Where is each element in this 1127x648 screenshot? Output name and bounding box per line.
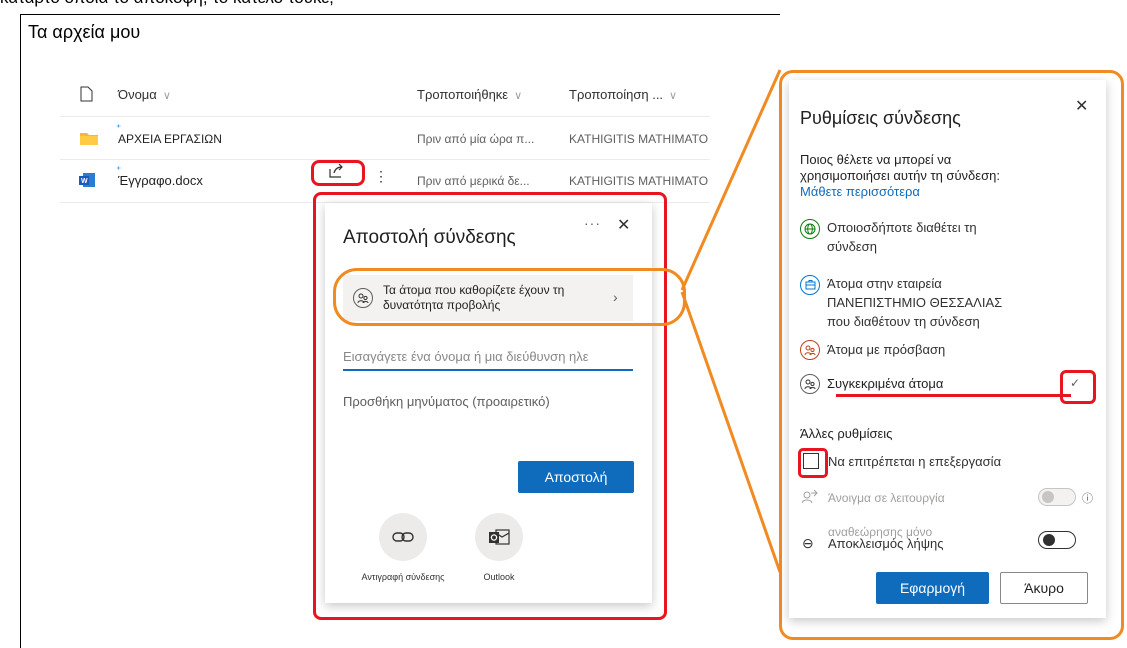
option-people-with-access[interactable]: Άτομα με πρόσβαση <box>800 338 1090 362</box>
recipient-input[interactable]: Εισαγάγετε ένα όνομα ή μια διεύθυνση ηλε <box>343 347 633 371</box>
review-mode-label: Άνοιγμα σε λειτουργία <box>828 491 945 505</box>
file-name-label: Έγγραφο.docx <box>118 173 203 188</box>
file-type-header-icon[interactable] <box>80 86 93 107</box>
recipient-placeholder: Εισαγάγετε ένα όνομα ή μια διεύθυνση ηλε <box>343 349 589 364</box>
review-icon <box>801 489 818 509</box>
chevron-down-icon: ∨ <box>669 90 678 102</box>
other-settings-heading: Άλλες ρυθμίσεις <box>800 426 893 441</box>
panel-title: Ρυθμίσεις σύνδεσης <box>800 108 961 128</box>
copy-link-button[interactable] <box>379 513 427 561</box>
block-download-label: Αποκλεισμός λήψης <box>828 536 944 551</box>
allow-edit-checkbox[interactable] <box>803 453 819 469</box>
learn-more-link[interactable]: Μάθετε περισσότερα <box>800 184 920 199</box>
permission-highlight <box>333 268 686 326</box>
option-company[interactable]: Άτομα στην εταιρεία ΠΑΝΕΠΙΣΤΗΜΙΟ ΘΕΣΣΑΛΙ… <box>800 272 1090 332</box>
people-access-icon <box>800 340 820 360</box>
column-header-modified-by[interactable]: Τροποποίηση ... ∨ <box>569 87 677 102</box>
cropped-caption-text: κατάρτο οποία το απόκοφη, το κατέλο τουκ… <box>0 0 1127 10</box>
question-text: Ποιος θέλετε να μπορεί να χρησιμοποιήσει… <box>800 152 1020 200</box>
dialog-title: Αποστολή σύνδεσης <box>343 227 516 248</box>
review-mode-toggle[interactable] <box>1038 488 1076 506</box>
building-icon <box>800 275 820 295</box>
new-item-icon: ⁺ <box>116 123 122 134</box>
column-header-name-label: Όνομα <box>118 87 157 102</box>
selected-underline <box>836 394 1071 397</box>
info-icon[interactable]: ⓘ <box>1082 490 1093 506</box>
callout-connector <box>680 69 782 573</box>
table-row[interactable]: ⁺ ΑΡΧΕΙΑ ΕΡΓΑΣΙΩΝ Πριν από μία ώρα π... … <box>60 117 710 159</box>
link-icon <box>392 532 414 542</box>
question-label: Ποιος θέλετε να μπορεί να χρησιμοποιήσει… <box>800 152 1000 183</box>
more-options-icon[interactable]: ⋮ <box>374 168 388 185</box>
file-name[interactable]: ⁺ Έγγραφο.docx <box>116 165 203 188</box>
share-button-highlight <box>311 160 365 186</box>
new-item-icon: ⁺ <box>116 165 122 176</box>
globe-icon <box>800 219 820 239</box>
option-label: Οποιοσδήποτε διαθέτει τη σύνδεση <box>827 220 977 254</box>
frame-top-border <box>20 14 780 15</box>
specific-people-icon <box>800 374 820 394</box>
page-title: Τα αρχεία μου <box>28 22 141 42</box>
checkmark-icon: ✓ <box>1070 376 1081 390</box>
option-anyone[interactable]: Οποιοσδήποτε διαθέτει τη σύνδεση <box>800 216 1090 258</box>
cancel-button[interactable]: Άκυρο <box>1000 572 1088 604</box>
block-download-toggle[interactable] <box>1038 531 1076 549</box>
option-label: Άτομα στην εταιρεία ΠΑΝΕΠΙΣΤΗΜΙΟ ΘΕΣΣΑΛΙ… <box>827 276 1003 329</box>
svg-text:W: W <box>81 178 88 185</box>
toggle-knob <box>1043 534 1055 546</box>
word-icon: W <box>79 172 96 193</box>
chevron-down-icon: ∨ <box>162 90 171 102</box>
close-icon[interactable]: ✕ <box>1075 96 1088 116</box>
column-header-name[interactable]: Όνομα ∨ <box>118 87 171 102</box>
modified-cell: Πριν από μερικά δε... <box>417 174 530 188</box>
review-mode-setting: Άνοιγμα σε λειτουργία ⓘ <box>801 488 1093 528</box>
option-label: Συγκεκριμένα άτομα <box>827 376 944 391</box>
share-icon[interactable] <box>328 163 344 183</box>
apply-button[interactable]: Εφαρμογή <box>876 572 989 604</box>
message-input[interactable]: Προσθήκη μηνύματος (προαιρετικό) <box>343 394 550 409</box>
send-link-dialog: Αποστολή σύνδεσης ··· ✕ Τα άτομα που καθ… <box>325 203 686 603</box>
close-icon[interactable]: ✕ <box>617 215 630 235</box>
allow-edit-label: Να επιτρέπεται η επεξεργασία <box>828 454 1002 469</box>
file-name[interactable]: ⁺ ΑΡΧΕΙΑ ΕΡΓΑΣΙΩΝ <box>116 123 222 146</box>
chevron-down-icon: ∨ <box>514 90 523 102</box>
column-header-modified-by-label: Τροποποίηση ... <box>569 87 664 102</box>
frame-left-border <box>20 14 21 648</box>
outlook-button[interactable] <box>475 513 523 561</box>
send-button[interactable]: Αποστολή <box>518 461 634 493</box>
folder-icon <box>80 131 98 150</box>
toggle-knob <box>1042 491 1054 503</box>
column-header-modified-label: Τροποποιήθηκε <box>417 87 509 102</box>
file-name-label: ΑΡΧΕΙΑ ΕΡΓΑΣΙΩΝ <box>118 132 222 146</box>
modified-cell: Πριν από μία ώρα π... <box>417 132 535 146</box>
copy-link-label: Αντιγραφή σύνδεσης <box>361 572 445 582</box>
column-header-modified[interactable]: Τροποποιήθηκε ∨ <box>417 87 522 102</box>
more-icon[interactable]: ··· <box>584 215 601 231</box>
block-icon: ⊖ <box>802 535 814 551</box>
outlook-label: Outlook <box>483 572 515 582</box>
option-label: Άτομα με πρόσβαση <box>827 342 946 357</box>
outlook-icon <box>489 529 510 545</box>
block-download-setting: αναθεώρησης μόνο ⊖ Αποκλεισμός λήψης <box>802 524 1092 564</box>
link-settings-panel: Ρυθμίσεις σύνδεσης ✕ Ποιος θέλετε να μπο… <box>789 80 1106 618</box>
